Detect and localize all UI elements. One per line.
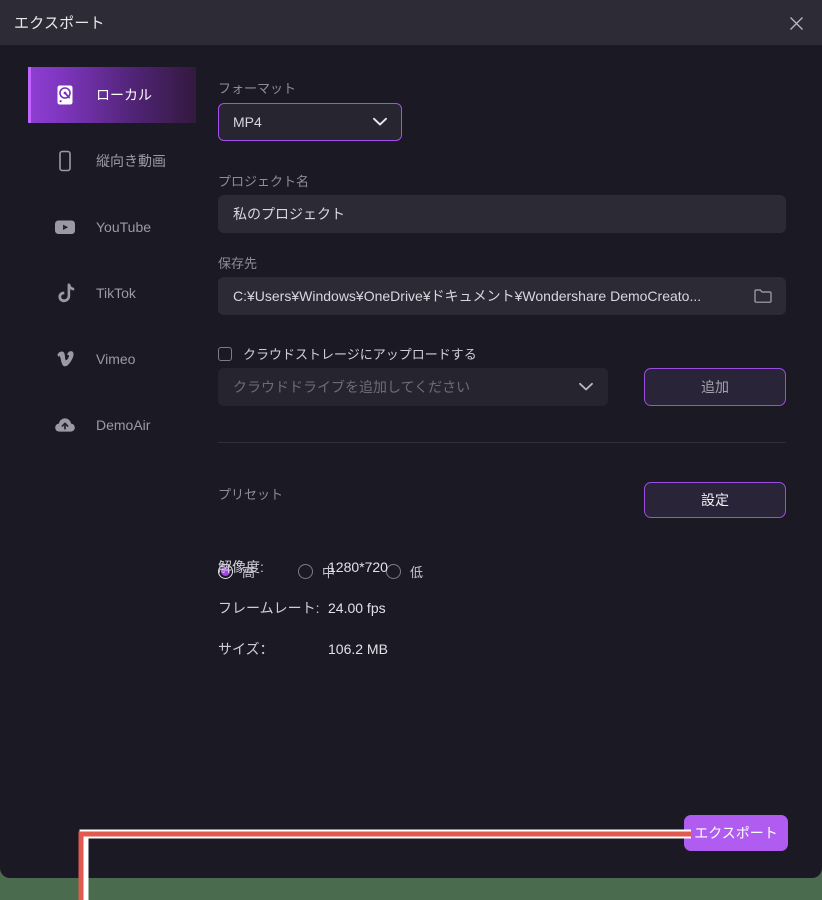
settings-button[interactable]: 設定 bbox=[644, 482, 786, 518]
export-button[interactable]: エクスポート bbox=[684, 815, 788, 851]
sidebar-item-vimeo[interactable]: Vimeo bbox=[28, 331, 196, 387]
vimeo-icon bbox=[52, 346, 78, 372]
save-path-label: 保存先 bbox=[218, 253, 257, 272]
project-name-input[interactable]: 私のプロジェクト bbox=[218, 195, 786, 233]
cloud-upload-checkbox[interactable] bbox=[218, 347, 232, 361]
spec-key: サイズ： bbox=[218, 639, 328, 659]
format-select[interactable]: MP4 bbox=[218, 103, 402, 141]
preset-radio-label: 低 bbox=[410, 562, 423, 581]
dialog-titlebar: エクスポート bbox=[0, 0, 822, 45]
chevron-down-icon bbox=[373, 118, 387, 127]
sidebar-item-label: TikTok bbox=[96, 285, 136, 301]
spec-value: 1280*720 bbox=[328, 559, 388, 575]
sidebar-item-label: Vimeo bbox=[96, 351, 135, 367]
sidebar-item-label: YouTube bbox=[96, 219, 151, 235]
close-icon[interactable] bbox=[782, 9, 810, 37]
add-button-label: 追加 bbox=[701, 377, 729, 397]
sidebar-item-tiktok[interactable]: TikTok bbox=[28, 265, 196, 321]
spec-row-resolution: 解像度:1280*720 bbox=[218, 557, 388, 577]
sidebar-item-vertical-video[interactable]: 縦向き動画 bbox=[28, 133, 196, 189]
destination-sidebar: ローカル 縦向き動画 YouTube bbox=[0, 45, 196, 878]
format-value: MP4 bbox=[219, 114, 262, 130]
sidebar-item-local[interactable]: ローカル bbox=[28, 67, 196, 123]
tiktok-icon bbox=[52, 280, 78, 306]
cloud-upload-checkbox-label: クラウドストレージにアップロードする bbox=[243, 344, 477, 363]
cloud-upload-icon bbox=[52, 412, 78, 438]
spec-key: フレームレート: bbox=[218, 598, 328, 618]
sidebar-item-youtube[interactable]: YouTube bbox=[28, 199, 196, 255]
preset-label: プリセット bbox=[218, 484, 283, 503]
project-name-label: プロジェクト名 bbox=[218, 171, 309, 190]
export-button-label: エクスポート bbox=[694, 823, 778, 843]
save-path-value: C:¥Users¥Windows¥OneDrive¥ドキュメント¥Wonders… bbox=[219, 286, 753, 306]
save-path-input[interactable]: C:¥Users¥Windows¥OneDrive¥ドキュメント¥Wonders… bbox=[218, 277, 786, 315]
phone-portrait-icon bbox=[52, 148, 78, 174]
sidebar-item-label: ローカル bbox=[96, 85, 152, 105]
dialog-title: エクスポート bbox=[14, 12, 105, 33]
sidebar-item-demoair[interactable]: DemoAir bbox=[28, 397, 196, 453]
youtube-icon bbox=[52, 214, 78, 240]
add-cloud-drive-button[interactable]: 追加 bbox=[644, 368, 786, 406]
format-label: フォーマット bbox=[218, 78, 296, 97]
folder-icon[interactable] bbox=[751, 284, 775, 308]
project-name-value: 私のプロジェクト bbox=[219, 204, 345, 224]
hard-drive-icon bbox=[52, 82, 78, 108]
spec-value: 106.2 MB bbox=[328, 641, 388, 657]
spec-row-framerate: フレームレート:24.00 fps bbox=[218, 598, 386, 618]
spec-value: 24.00 fps bbox=[328, 600, 386, 616]
chevron-down-icon bbox=[579, 383, 593, 392]
preset-radio-low[interactable]: 低 bbox=[386, 562, 423, 581]
cloud-upload-checkbox-row[interactable]: クラウドストレージにアップロードする bbox=[218, 344, 477, 363]
sidebar-item-label: DemoAir bbox=[96, 417, 150, 433]
radio-indicator bbox=[386, 564, 401, 579]
cloud-drive-select[interactable]: クラウドドライブを追加してください bbox=[218, 368, 608, 406]
cloud-drive-placeholder: クラウドドライブを追加してください bbox=[219, 377, 470, 397]
sidebar-item-label: 縦向き動画 bbox=[96, 151, 166, 171]
export-settings-panel: フォーマット MP4 プロジェクト名 私のプロジェクト 保存先 C:¥Users… bbox=[196, 45, 822, 878]
spec-key: 解像度: bbox=[218, 557, 328, 577]
settings-button-label: 設定 bbox=[701, 490, 729, 510]
section-divider bbox=[218, 442, 786, 443]
export-dialog: エクスポート ローカル bbox=[0, 0, 822, 878]
spec-row-size: サイズ：106.2 MB bbox=[218, 639, 388, 659]
